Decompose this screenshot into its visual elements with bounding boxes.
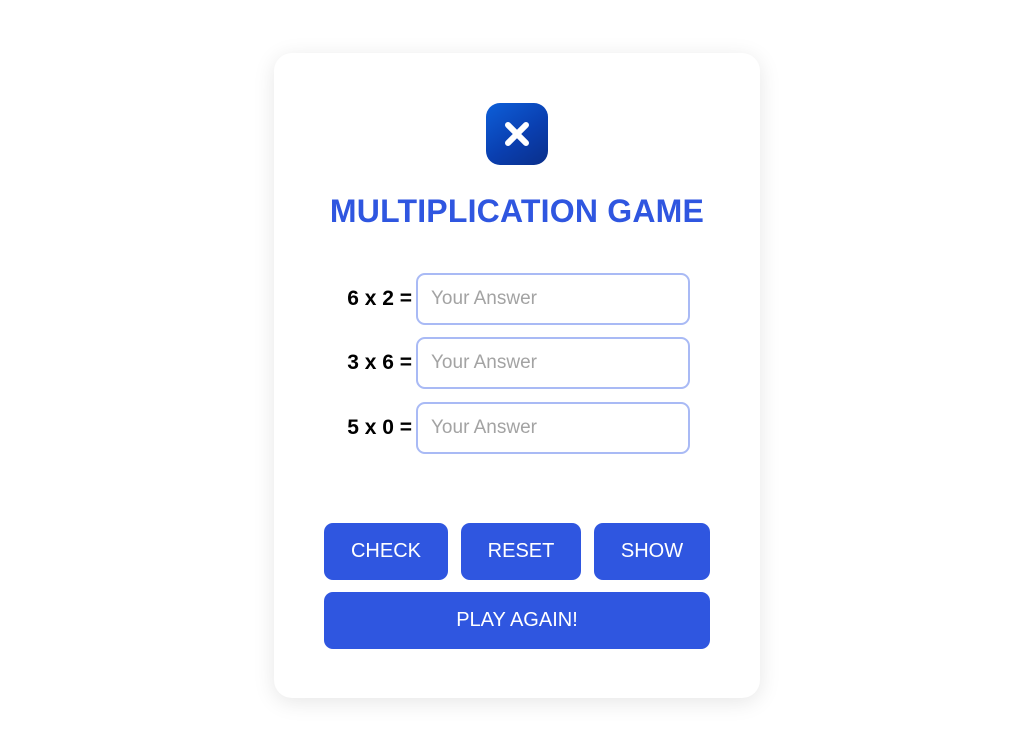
show-button[interactable]: SHOW: [594, 523, 710, 580]
reset-button[interactable]: RESET: [461, 523, 581, 580]
question-label: 6 x 2 =: [347, 287, 412, 310]
question-row: 6 x 2 =: [324, 273, 690, 325]
app-logo: [486, 103, 548, 165]
close-icon: [502, 119, 532, 149]
answer-input[interactable]: [416, 273, 690, 325]
question-row: 5 x 0 =: [324, 402, 690, 454]
answer-input[interactable]: [416, 402, 690, 454]
play-again-button[interactable]: PLAY AGAIN!: [324, 592, 710, 649]
question-label: 5 x 0 =: [347, 416, 412, 439]
answer-input[interactable]: [416, 337, 690, 389]
check-button[interactable]: CHECK: [324, 523, 448, 580]
question-row: 3 x 6 =: [324, 337, 690, 389]
page-title: MULTIPLICATION GAME: [329, 193, 705, 229]
game-card: MULTIPLICATION GAME 6 x 2 = 3 x 6 = 5 x …: [274, 53, 760, 698]
question-label: 3 x 6 =: [347, 351, 412, 374]
